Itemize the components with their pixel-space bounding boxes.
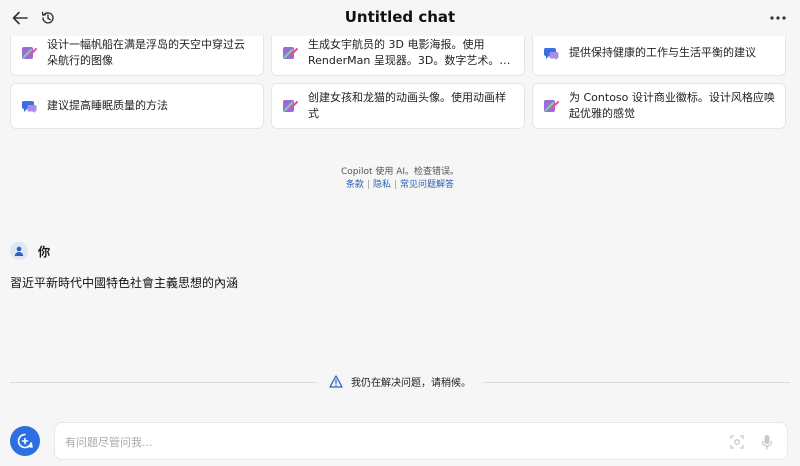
user-icon [14,246,24,256]
suggestion-text: 为 Contoso 设计商业徽标。设计风格应唤起优雅的感觉 [569,91,775,120]
status-text: 我仍在解决问题，请稍候。 [351,378,471,389]
scan-icon [730,435,744,449]
faq-link[interactable]: 常见问题解答 [400,180,454,190]
more-options-button[interactable] [766,6,790,30]
legal-links: 条款 | 隐私 | 常见问题解答 [0,179,800,192]
image-create-icon [283,47,298,59]
privacy-link[interactable]: 隐私 [373,180,391,190]
suggestion-card[interactable]: 提供保持健康的工作与生活平衡的建议 [532,30,786,76]
more-icon [770,16,786,20]
new-topic-icon [17,433,33,449]
link-separator: | [366,180,370,190]
new-topic-button[interactable] [10,426,40,456]
chat-bubble-icon [21,101,37,113]
suggestion-text: 提供保持健康的工作与生活平衡的建议 [569,46,756,59]
image-create-icon [283,100,298,112]
suggestion-card[interactable]: 为 Contoso 设计商业徽标。设计风格应唤起优雅的感觉 [532,83,786,129]
status-banner: 我仍在解决问题，请稍候。 [0,374,800,389]
chat-input-box [54,422,788,460]
suggestion-card[interactable]: 建议提高睡眠质量的方法 [10,83,264,129]
link-separator: | [394,180,398,190]
user-message: 習近平新時代中國特色社會主義思想的內涵 [10,276,239,290]
ai-disclaimer: Copilot 使用 AI。检查错误。 条款 | 隐私 | 常见问题解答 [0,166,800,192]
image-create-icon [544,100,559,112]
scan-button[interactable] [729,434,745,450]
suggestion-text: 生成女宇航员的 3D 电影海报。使用 RenderMan 呈现器。3D。数字艺术… [308,38,500,67]
suggestion-text: 建议提高睡眠质量的方法 [47,99,168,112]
suggestion-card[interactable]: 设计一幅帆船在满是浮岛的天空中穿过云朵航行的图像 [10,30,264,76]
suggestion-text: 创建女孩和龙猫的动画头像。使用动画样式 [308,91,506,120]
chat-bubble-icon [543,48,559,60]
suggestion-text: 设计一幅帆船在满是浮岛的天空中穿过云朵航行的图像 [47,38,245,67]
page-title: Untitled chat [344,8,456,26]
image-create-icon [22,47,37,59]
user-name: 你 [38,244,51,259]
avatar [10,242,28,260]
microphone-icon [761,435,773,450]
user-header: 你 [10,242,50,260]
suggestion-card[interactable]: 创建女孩和龙猫的动画头像。使用动画样式 [271,83,525,129]
disclaimer-text: Copilot 使用 AI。检查错误。 [340,167,460,177]
warning-icon [329,375,343,388]
microphone-button[interactable] [759,434,775,450]
terms-link[interactable]: 条款 [346,180,364,190]
header-bar: Untitled chat [0,0,800,36]
suggestion-card[interactable]: 生成女宇航员的 3D 电影海报。使用 RenderMan 呈现器。3D。数字艺术… [271,30,525,76]
chat-input[interactable] [65,432,705,452]
